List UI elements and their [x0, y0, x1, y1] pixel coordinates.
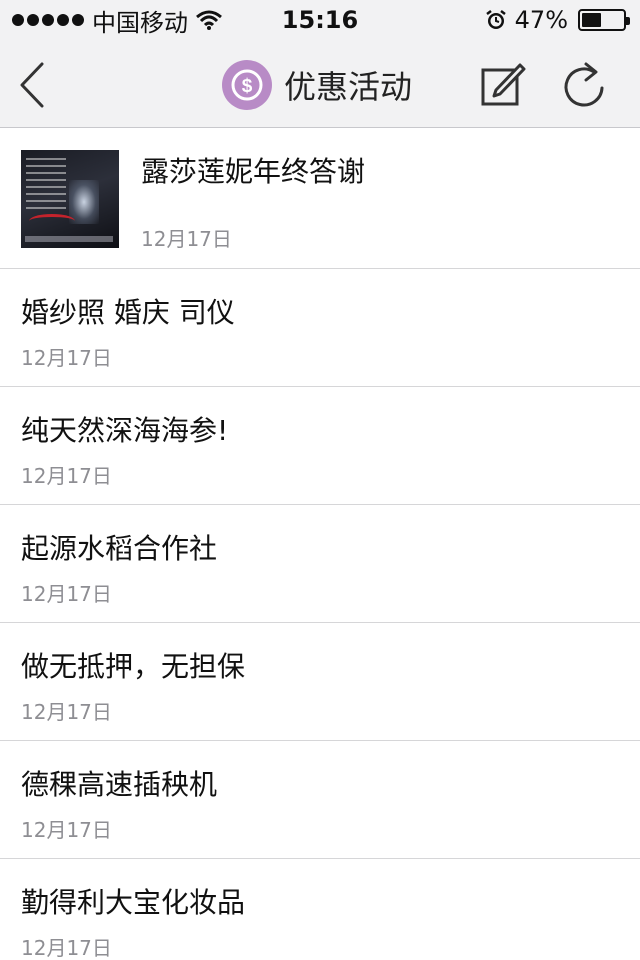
nav-title-group: $ 优惠活动 — [222, 60, 412, 110]
item-title: 纯天然深海海参! — [21, 414, 229, 447]
thumbnail-image — [21, 150, 119, 248]
list-item[interactable]: 露莎莲妮年终答谢 12月17日 — [0, 128, 640, 269]
svg-text:$: $ — [242, 76, 253, 97]
battery-fill — [582, 13, 601, 27]
page-title: 优惠活动 — [284, 68, 413, 106]
list-item[interactable]: 纯天然深海海参! 12月17日 — [0, 387, 640, 505]
item-title: 德稞高速插秧机 — [21, 768, 218, 801]
list-item[interactable]: 起源水稻合作社 12月17日 — [0, 505, 640, 623]
status-left: 中国移动 — [12, 3, 252, 38]
list-item[interactable]: 德稞高速插秧机 12月17日 — [0, 741, 640, 859]
list-item[interactable]: 做无抵押，无担保 12月17日 — [0, 623, 640, 741]
compose-button[interactable] — [480, 60, 526, 108]
battery-percent: 47% — [514, 6, 568, 34]
item-date: 12月17日 — [21, 582, 112, 606]
item-date: 12月17日 — [21, 346, 112, 370]
promotion-list: 露莎莲妮年终答谢 12月17日 婚纱照 婚庆 司仪 12月17日 纯天然深海海参… — [0, 128, 640, 960]
carrier-label: 中国移动 — [92, 8, 188, 37]
battery-icon — [578, 9, 630, 31]
nav-bar: $ 优惠活动 — [0, 40, 640, 128]
item-date: 12月17日 — [21, 936, 112, 960]
list-item[interactable]: 勤得利大宝化妆品 12月17日 — [0, 859, 640, 960]
item-title: 起源水稻合作社 — [21, 532, 218, 565]
list-item[interactable]: 婚纱照 婚庆 司仪 12月17日 — [0, 269, 640, 387]
status-right: 47% — [485, 0, 630, 40]
item-title: 露莎莲妮年终答谢 — [141, 155, 366, 188]
item-date: 12月17日 — [141, 227, 232, 251]
status-bar: 中国移动 15:16 47% — [0, 0, 640, 40]
item-date: 12月17日 — [21, 700, 112, 724]
item-date: 12月17日 — [21, 818, 112, 842]
refresh-button[interactable] — [560, 60, 608, 110]
item-title: 婚纱照 婚庆 司仪 — [21, 296, 235, 329]
wifi-icon — [196, 10, 222, 30]
item-title: 勤得利大宝化妆品 — [21, 886, 246, 919]
item-date: 12月17日 — [21, 464, 112, 488]
item-title: 做无抵押，无担保 — [21, 650, 246, 683]
coin-dollar-icon: $ — [222, 60, 272, 110]
back-button[interactable] — [14, 60, 50, 110]
alarm-icon — [485, 10, 506, 29]
signal-dots-icon — [12, 14, 84, 26]
